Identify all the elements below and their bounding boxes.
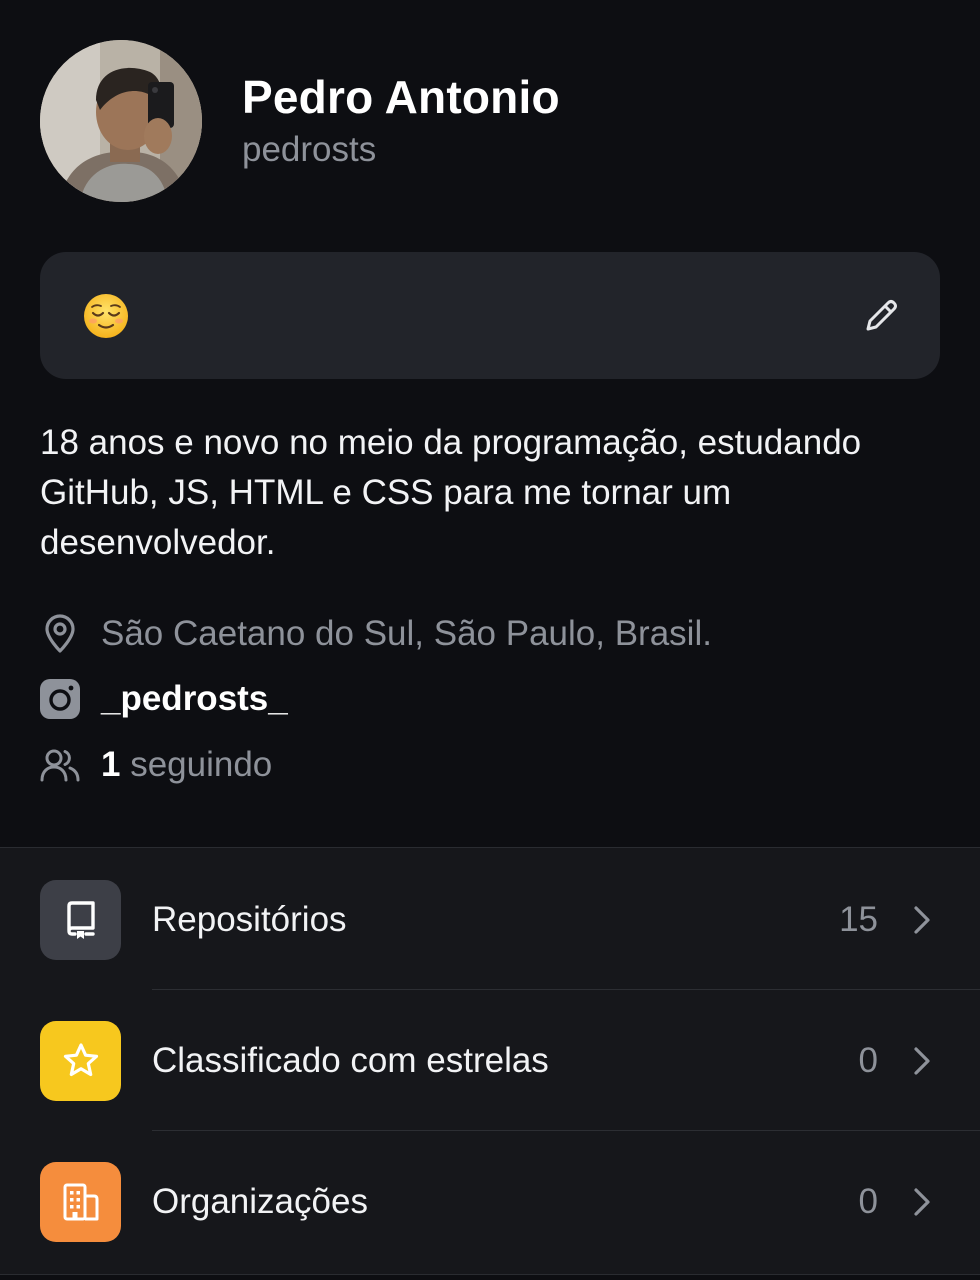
- list-item-organizations[interactable]: Organizações 0: [0, 1130, 980, 1271]
- profile-list: Repositórios 15 Classificado com estrela…: [0, 847, 980, 1275]
- location-text: São Caetano do Sul, São Paulo, Brasil.: [101, 614, 712, 653]
- star-icon-tile: [40, 1021, 121, 1101]
- repositories-label: Repositórios: [152, 900, 347, 939]
- list-item-starred[interactable]: Classificado com estrelas 0: [0, 989, 980, 1130]
- starred-label: Classificado com estrelas: [152, 1041, 549, 1080]
- instagram-icon: [40, 679, 80, 719]
- instagram-link[interactable]: _pedrosts_: [101, 679, 288, 719]
- avatar[interactable]: [40, 40, 202, 202]
- chevron-right-icon: [914, 906, 930, 934]
- repo-icon-tile: [40, 880, 121, 960]
- repo-icon: [66, 901, 95, 939]
- organization-icon-tile: [40, 1162, 121, 1242]
- avatar-photo: [40, 40, 202, 202]
- star-icon: [63, 1043, 98, 1077]
- following-count: 1: [101, 745, 121, 784]
- relieved-face-emoji: [84, 294, 128, 338]
- organizations-label: Organizações: [152, 1182, 368, 1221]
- chevron-right-icon: [914, 1047, 930, 1075]
- following-text[interactable]: 1 seguindo: [101, 745, 272, 785]
- display-name: Pedro Antonio: [242, 71, 560, 123]
- bio-text: 18 anos e novo no meio da programação, e…: [40, 423, 862, 562]
- pencil-icon[interactable]: [862, 297, 900, 335]
- following-row[interactable]: 1 seguindo: [40, 743, 272, 787]
- profile-page: Pedro Antonio pedrosts 18 anos e novo no…: [0, 0, 980, 1280]
- instagram-row[interactable]: _pedrosts_: [40, 677, 288, 721]
- profile-header: Pedro Antonio pedrosts: [40, 40, 560, 202]
- status-card[interactable]: [40, 252, 940, 379]
- repositories-count: 15: [839, 900, 878, 939]
- organizations-count: 0: [858, 1182, 878, 1221]
- username: pedrosts: [242, 130, 377, 169]
- profile-names: Pedro Antonio pedrosts: [242, 69, 560, 173]
- chevron-right-icon: [914, 1188, 930, 1216]
- starred-count: 0: [858, 1041, 878, 1080]
- following-label: seguindo: [120, 745, 273, 784]
- list-item-repositories[interactable]: Repositórios 15: [0, 848, 980, 989]
- location-row: São Caetano do Sul, São Paulo, Brasil.: [40, 612, 712, 656]
- people-icon: [40, 745, 80, 785]
- organization-icon: [63, 1183, 98, 1221]
- location-pin-icon: [40, 614, 80, 654]
